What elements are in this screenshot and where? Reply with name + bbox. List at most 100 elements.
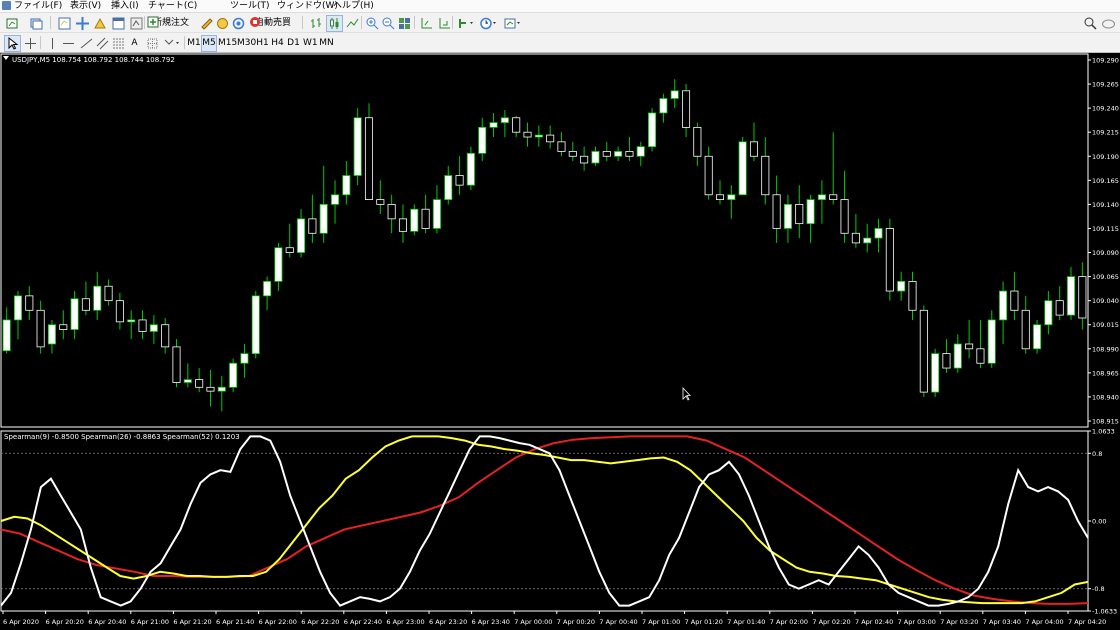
spearman-9-line <box>0 435 1089 607</box>
bull-candle-body <box>149 324 158 332</box>
timeframe-m1[interactable]: M1 <box>186 35 202 52</box>
horizontal-line-icon[interactable] <box>60 35 77 52</box>
bar-chart-icon[interactable] <box>308 15 325 32</box>
bull-candle-body <box>13 295 23 321</box>
menu-chart[interactable]: チャート(C) <box>148 0 197 12</box>
bear-candle-body <box>919 309 928 393</box>
menu-insert[interactable]: 挿入(I) <box>111 0 139 12</box>
vertical-line-icon[interactable] <box>44 35 61 52</box>
bull-candle-body <box>783 203 792 229</box>
timeframe-m5[interactable]: M5 <box>201 35 217 52</box>
chart-window[interactable]: 109.290 109.265 109.240 109.215 109.190 109.1… <box>0 53 1120 630</box>
market-watch-icon[interactable] <box>56 15 73 32</box>
candle <box>874 218 883 253</box>
bear-candle-body <box>421 208 430 229</box>
options-icon[interactable] <box>214 15 231 32</box>
data-window-icon[interactable] <box>74 15 91 32</box>
timeframe-m15[interactable]: M15 <box>217 35 237 52</box>
chart-canvas[interactable]: 109.290 109.265 109.240 109.215 109.190 109.1… <box>0 53 1120 630</box>
text-tool-icon[interactable]: A <box>126 35 143 52</box>
price-axis-label: 109.165 <box>1092 177 1119 185</box>
auto-trade-button[interactable]: 自動売買 <box>248 15 298 32</box>
zoom-in-icon[interactable] <box>364 15 381 32</box>
candle <box>104 279 113 306</box>
community-icon[interactable] <box>1100 15 1117 32</box>
grid-tool-icon[interactable] <box>144 35 161 52</box>
candle <box>1066 266 1076 320</box>
price-axis-label: 109.015 <box>1092 321 1119 329</box>
bull-candle-body <box>953 343 962 369</box>
objects-dropdown-icon[interactable] <box>162 35 184 52</box>
bear-candle-body <box>59 324 68 330</box>
cursor-icon[interactable] <box>4 35 21 52</box>
app-logo-icon <box>2 1 11 10</box>
bull-candle-body <box>817 194 826 200</box>
search-icon[interactable] <box>1082 15 1099 32</box>
candle <box>195 368 204 393</box>
candle <box>546 125 555 149</box>
auto-scroll-icon[interactable] <box>436 15 453 32</box>
timeframe-h1[interactable]: H1 <box>255 35 270 52</box>
bull-candle-body <box>410 208 419 232</box>
bull-candle-body <box>240 353 249 364</box>
bull-candle-body <box>1033 324 1042 350</box>
time-axis-label: 6 Apr 2020 <box>3 618 39 626</box>
timeframe-m30[interactable]: M30 <box>236 35 256 52</box>
candle <box>523 122 532 147</box>
profiles-icon[interactable] <box>28 15 45 32</box>
strategy-tester-icon[interactable] <box>128 15 145 32</box>
menu-help[interactable]: ヘルプ(H) <box>333 0 374 12</box>
price-chart-header: USDJPY,M5 108.754 108.792 108.744 108.79… <box>12 56 175 64</box>
candle <box>863 223 872 253</box>
candle <box>172 339 181 388</box>
drawing-toolbar: A M1 M5 M15 M30 H1 H4 D1 W1 MN <box>0 33 1120 53</box>
bull-candle-body <box>931 353 940 393</box>
candle <box>591 146 600 166</box>
time-axis-label: 6 Apr 21:00 <box>131 618 169 626</box>
menu-window[interactable]: ウィンドウ(W) <box>277 0 338 12</box>
zoom-out-icon[interactable] <box>380 15 397 32</box>
crosshair-icon[interactable] <box>22 35 39 52</box>
bear-candle-body <box>376 199 385 205</box>
channel-icon[interactable] <box>94 35 111 52</box>
tile-windows-icon[interactable] <box>396 15 413 32</box>
candle <box>500 110 509 138</box>
candle <box>478 117 487 162</box>
new-order-button[interactable]: 新規注文 <box>146 15 196 32</box>
fibonacci-icon[interactable] <box>110 35 127 52</box>
chart-shift-icon[interactable] <box>418 15 435 32</box>
collapse-arrow-icon[interactable] <box>3 56 9 60</box>
bear-candle-body <box>761 155 770 196</box>
timeframe-d1[interactable]: D1 <box>286 35 301 52</box>
candlestick-icon[interactable] <box>326 15 343 32</box>
indicator-axis-label: -0.8 <box>1092 585 1105 593</box>
timeframe-mn[interactable]: MN <box>318 35 335 52</box>
menu-view[interactable]: 表示(V) <box>70 0 101 12</box>
line-chart-icon[interactable] <box>344 15 361 32</box>
bear-candle-body <box>602 151 611 157</box>
bull-candle-body <box>93 285 102 311</box>
candle <box>1021 295 1030 354</box>
candle <box>217 375 226 412</box>
menu-tools[interactable]: ツール(T) <box>230 0 270 12</box>
periodicity-dropdown-icon[interactable] <box>478 15 500 32</box>
timeframe-h4[interactable]: H4 <box>270 35 285 52</box>
menu-file[interactable]: ファイル(F) <box>14 0 62 12</box>
candle <box>1033 319 1042 354</box>
bull-candle-body <box>229 362 238 388</box>
new-chart-icon[interactable] <box>4 15 21 32</box>
price-axis-label: 109.090 <box>1092 249 1119 257</box>
candle <box>614 146 623 162</box>
bull-candle-body <box>738 141 747 196</box>
bear-candle-body <box>580 155 589 164</box>
terminal-icon[interactable] <box>110 15 127 32</box>
trendline-icon[interactable] <box>78 35 95 52</box>
timeframe-w1[interactable]: W1 <box>302 35 318 52</box>
price-axis-label: 109.190 <box>1092 153 1119 161</box>
indicators-dropdown-icon[interactable] <box>456 15 478 32</box>
navigator-icon[interactable] <box>92 15 109 32</box>
meta-editor-icon[interactable] <box>198 15 215 32</box>
templates-dropdown-icon[interactable] <box>502 15 524 32</box>
signals-icon[interactable] <box>230 15 247 32</box>
time-axis-label: 7 Apr 03:00 <box>898 618 936 626</box>
